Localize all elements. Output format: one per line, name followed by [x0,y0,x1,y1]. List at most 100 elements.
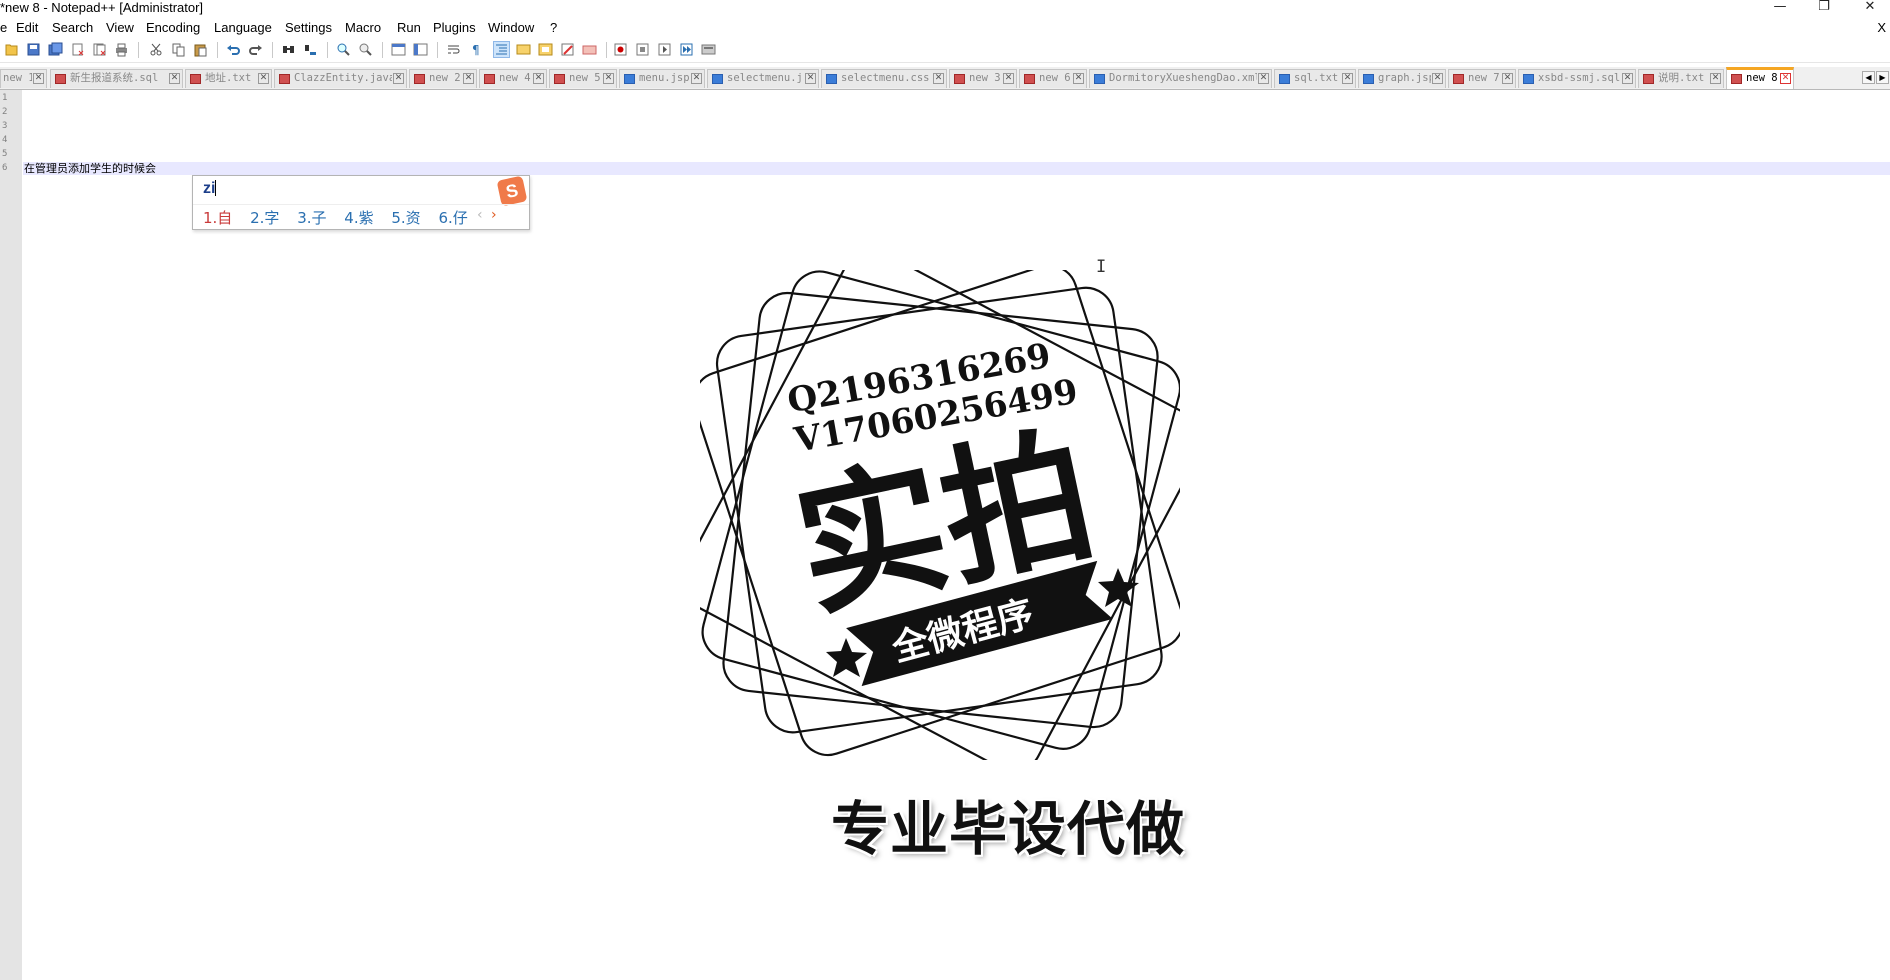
ime-candidate[interactable]: 6.仔 [438,207,467,228]
doc-map-icon[interactable] [537,41,554,58]
tab-new-5[interactable]: new 5 ✕ [549,69,617,88]
menu-edit[interactable]: Edit [16,20,38,36]
cut-icon[interactable] [148,41,165,58]
tab-shuoming-txt[interactable]: 说明.txt ✕ [1638,69,1724,88]
tab-close-icon[interactable]: ✕ [169,73,180,84]
tab-scroll-left-button[interactable]: ◀ [1862,71,1875,84]
user-lang-icon[interactable] [515,41,532,58]
tab-sql-txt[interactable]: sql.txt ✕ [1274,69,1356,88]
minimize-button[interactable]: — [1760,0,1800,16]
indent-guide-icon[interactable] [493,41,510,58]
word-wrap-icon[interactable] [445,41,462,58]
paste-icon[interactable] [192,41,209,58]
zoom-in-icon[interactable] [335,41,352,58]
copy-icon[interactable] [170,41,187,58]
tab-close-icon[interactable]: ✕ [1432,73,1443,84]
tab-menu-jsp[interactable]: menu.jsp ✕ [619,69,705,88]
find-icon[interactable] [280,41,297,58]
menu-language[interactable]: Language [214,20,272,36]
tab-close-icon[interactable]: ✕ [1258,73,1269,84]
sogou-logo-icon: S [496,175,528,207]
sync-vertical-icon[interactable] [390,41,407,58]
show-all-chars-icon[interactable]: ¶ [467,41,484,58]
tab-new-6[interactable]: new 6 ✕ [1019,69,1087,88]
tab-close-icon[interactable]: ✕ [533,73,544,84]
menu-encoding[interactable]: Encoding [146,20,200,36]
tab-file-icon [712,74,723,84]
menu-file[interactable]: e [0,20,7,36]
tab-label: selectmenu.css [841,72,930,84]
tab-close-icon[interactable]: ✕ [805,73,816,84]
sync-horizontal-icon[interactable] [412,41,429,58]
tab-selectmenu-css[interactable]: selectmenu.css ✕ [821,69,947,88]
new-file-icon[interactable] [3,41,20,58]
tab-close-icon[interactable]: ✕ [603,73,614,84]
tab-label: new 3 [969,72,1001,84]
folder-workspace-icon[interactable] [581,41,598,58]
tab-new-7[interactable]: new 7 ✕ [1448,69,1516,88]
tab-graph-jsp[interactable]: graph.jsp ✕ [1358,69,1446,88]
stop-record-icon[interactable] [634,41,651,58]
tab-close-icon[interactable]: ✕ [1342,73,1353,84]
tab-xinsheng-sql[interactable]: 新生报道系统.sql ✕ [50,69,183,88]
ime-candidate[interactable]: 4.紫 [344,207,373,228]
menu-window[interactable]: Window [488,20,534,36]
zoom-out-icon[interactable] [357,41,374,58]
tab-close-icon[interactable]: ✕ [1003,73,1014,84]
menu-search[interactable]: Search [52,20,93,36]
line-number: 6 [2,163,8,173]
record-macro-icon[interactable] [612,41,629,58]
ime-candidate[interactable]: 1.自 [203,207,232,228]
tab-close-icon[interactable]: ✕ [33,73,44,84]
tab-close-icon[interactable]: ✕ [691,73,702,84]
ime-next-page-icon[interactable]: › [491,207,497,223]
close-window-button[interactable]: ✕ [1850,0,1890,16]
restore-button[interactable]: ❐ [1804,0,1844,16]
tab-selectmenu-js[interactable]: selectmenu.js ✕ [707,69,819,88]
ime-candidate[interactable]: 5.资 [391,207,420,228]
tab-scroll-right-button[interactable]: ▶ [1876,71,1889,84]
undo-icon[interactable] [225,41,242,58]
menu-plugins[interactable]: Plugins [433,20,476,36]
close-document-button[interactable]: X [1877,20,1886,36]
tab-file-icon [1279,74,1290,84]
menu-help[interactable]: ? [550,20,557,36]
function-list-icon[interactable] [559,41,576,58]
tab-new-3[interactable]: new 3 ✕ [949,69,1017,88]
ime-candidate[interactable]: 2.字 [250,207,279,228]
tab-close-icon[interactable]: ✕ [463,73,474,84]
play-macro-icon[interactable] [656,41,673,58]
save-macro-icon[interactable] [700,41,717,58]
save-all-icon[interactable] [69,41,86,58]
ime-candidate[interactable]: 3.子 [297,207,326,228]
code-line-6[interactable]: 在管理员添加学生的时候会 [24,162,156,175]
tab-new-2[interactable]: new 2 ✕ [409,69,477,88]
ime-prev-page-icon[interactable]: ‹ [477,207,483,223]
tab-new-1[interactable]: new 1 ✕ [0,69,47,88]
close-icon[interactable] [91,41,108,58]
replace-icon[interactable] [302,41,319,58]
save-icon[interactable] [47,41,64,58]
tab-close-icon[interactable]: ✕ [393,73,404,84]
tab-close-icon[interactable]: ✕ [1710,73,1721,84]
print-icon[interactable] [113,41,130,58]
menu-view[interactable]: View [106,20,134,36]
tab-close-icon[interactable]: ✕ [1502,73,1513,84]
tab-new-8[interactable]: new 8 ✕ [1726,67,1794,89]
open-file-icon[interactable] [25,41,42,58]
menu-settings[interactable]: Settings [285,20,332,36]
redo-icon[interactable] [247,41,264,58]
tab-xsbd-sql[interactable]: xsbd-ssmj.sql ✕ [1518,69,1636,88]
tab-clazzentity-java[interactable]: ClazzEntity.java ✕ [274,69,407,88]
tab-close-icon[interactable]: ✕ [1780,73,1791,84]
run-macro-multiple-icon[interactable] [678,41,695,58]
tab-close-icon[interactable]: ✕ [258,73,269,84]
tab-close-icon[interactable]: ✕ [933,73,944,84]
tab-close-icon[interactable]: ✕ [1073,73,1084,84]
menu-macro[interactable]: Macro [345,20,381,36]
tab-dizhi-txt[interactable]: 地址.txt ✕ [185,69,272,88]
tab-new-4[interactable]: new 4 ✕ [479,69,547,88]
tab-dormitory-xml[interactable]: DormitoryXueshengDao.xml ✕ [1089,69,1272,88]
menu-run[interactable]: Run [397,20,421,36]
tab-close-icon[interactable]: ✕ [1622,73,1633,84]
